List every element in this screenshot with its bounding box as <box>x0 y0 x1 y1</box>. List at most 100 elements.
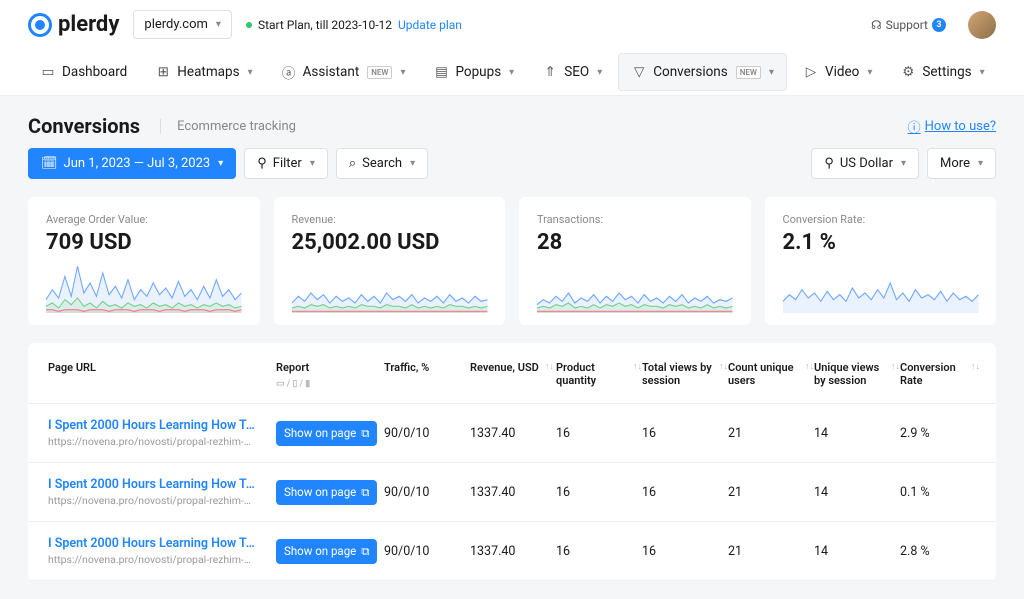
nav-seo-label: SEO <box>564 64 589 80</box>
cell-revenue: 1337.40 <box>470 544 556 559</box>
metric-card[interactable]: Conversion Rate: 2.1 % <box>765 197 997 325</box>
show-on-page-button[interactable]: Show on page ⧉ <box>276 421 377 446</box>
th-traffic[interactable]: Traffic, % <box>384 361 429 374</box>
logo-icon <box>28 13 52 37</box>
cell-traffic: 90/0/10 <box>384 426 470 441</box>
device-icons: ▭ / ▯ / ▮ <box>276 379 384 389</box>
th-url[interactable]: Page URL <box>48 361 276 374</box>
nav-conversions[interactable]: ▽ Conversions NEW ▾ <box>618 53 787 91</box>
nav-settings[interactable]: ⚙ Settings ▾ <box>888 50 996 94</box>
nav-popups[interactable]: ▤ Popups ▾ <box>421 50 526 94</box>
avatar[interactable] <box>968 11 996 39</box>
th-qty[interactable]: Product quantity <box>556 361 627 387</box>
filter-icon: ⚲ <box>824 156 834 171</box>
new-tag: NEW <box>367 66 392 79</box>
th-cr[interactable]: Conversion Rate <box>900 361 965 387</box>
th-report: Report <box>276 361 384 374</box>
heatmap-icon: ⊞ <box>155 64 171 80</box>
conversions-table: Page URL Report ▭ / ▯ / ▮ Traffic, % Rev… <box>28 343 996 581</box>
cell-views: 16 <box>642 485 728 500</box>
nav-dashboard-label: Dashboard <box>62 64 127 80</box>
card-label: Average Order Value: <box>46 213 242 226</box>
external-icon: ⧉ <box>361 485 369 500</box>
cell-cr: 2.8 % <box>900 544 980 559</box>
support-link[interactable]: ☊ Support 3 <box>871 18 946 32</box>
table-header: Page URL Report ▭ / ▯ / ▮ Traffic, % Rev… <box>28 343 996 404</box>
logo[interactable]: plerdy <box>28 12 119 37</box>
navbar: ▭ Dashboard ⊞ Heatmaps ▾ ⓐ Assistant NEW… <box>0 49 1024 96</box>
more-label: More <box>940 156 970 171</box>
cell-uviews: 14 <box>814 426 900 441</box>
th-users[interactable]: Count unique users <box>728 361 799 387</box>
page-url-title[interactable]: I Spent 2000 Hours Learning How To Learn… <box>48 418 258 433</box>
table-row: I Spent 2000 Hours Learning How To Learn… <box>28 522 996 581</box>
more-button[interactable]: More ▾ <box>927 148 996 179</box>
sort-icon[interactable]: ↑↓ <box>719 361 728 372</box>
sort-icon[interactable]: ↑↓ <box>805 361 814 372</box>
nav-conversions-label: Conversions <box>653 64 728 80</box>
th-revenue[interactable]: Revenue, USD <box>470 361 539 374</box>
chevron-down-icon: ▾ <box>218 158 223 169</box>
sort-icon[interactable]: ↑↓ <box>891 361 900 372</box>
chevron-down-icon: ▾ <box>978 158 983 169</box>
help-icon: ⓘ <box>908 117 921 136</box>
popup-icon: ▤ <box>433 64 449 80</box>
chevron-down-icon: ▾ <box>216 19 221 30</box>
cell-revenue: 1337.40 <box>470 426 556 441</box>
headset-icon: ☊ <box>871 18 882 32</box>
metric-card[interactable]: Revenue: 25,002.00 USD <box>274 197 506 325</box>
metric-card[interactable]: Average Order Value: 709 USD <box>28 197 260 325</box>
domain-selector[interactable]: plerdy.com ▾ <box>133 10 232 39</box>
nav-seo[interactable]: ⇑ SEO ▾ <box>530 50 614 94</box>
card-value: 28 <box>537 230 733 255</box>
nav-heatmaps[interactable]: ⊞ Heatmaps ▾ <box>143 50 264 94</box>
search-icon: ⌕ <box>349 156 356 171</box>
update-plan-link[interactable]: Update plan <box>398 18 462 32</box>
page-url-path: https://novena.pro/novosti/propal-rezhim… <box>48 435 258 448</box>
currency-selector[interactable]: ⚲ US Dollar ▾ <box>811 148 919 179</box>
nav-dashboard[interactable]: ▭ Dashboard <box>28 50 139 94</box>
sort-icon[interactable]: ↑↓ <box>545 361 554 372</box>
filter-icon: ⚲ <box>257 156 267 171</box>
page-url-title[interactable]: I Spent 2000 Hours Learning How To Learn… <box>48 477 258 492</box>
sort-icon[interactable]: ↑↓ <box>633 361 642 372</box>
th-uviews[interactable]: Unique views by session <box>814 361 885 387</box>
chevron-down-icon: ▾ <box>980 67 985 78</box>
cell-revenue: 1337.40 <box>470 485 556 500</box>
show-on-page-button[interactable]: Show on page ⧉ <box>276 539 377 564</box>
nav-video[interactable]: ▷ Video ▾ <box>791 50 884 94</box>
page-url-title[interactable]: I Spent 2000 Hours Learning How To Learn… <box>48 536 258 551</box>
page-title: Conversions <box>28 114 140 138</box>
chevron-down-icon: ▾ <box>310 158 315 169</box>
external-icon: ⧉ <box>361 544 369 559</box>
show-on-page-button[interactable]: Show on page ⧉ <box>276 480 377 505</box>
card-value: 709 USD <box>46 230 242 255</box>
filter-label: Filter <box>273 156 302 171</box>
chevron-down-icon: ▾ <box>901 158 906 169</box>
howto-label: How to use? <box>925 119 996 134</box>
cell-traffic: 90/0/10 <box>384 485 470 500</box>
gear-icon: ⚙ <box>900 64 916 80</box>
sort-icon[interactable]: ↑↓ <box>971 361 980 372</box>
date-range-picker[interactable]: 🗓 Jun 1, 2023 — Jul 3, 2023 ▾ <box>28 148 236 179</box>
card-label: Conversion Rate: <box>783 213 979 226</box>
ai-icon: ⓐ <box>281 64 297 80</box>
filter-button[interactable]: ⚲ Filter ▾ <box>244 148 328 179</box>
search-button[interactable]: ⌕ Search ▾ <box>336 148 428 179</box>
page-header: Conversions Ecommerce tracking ⓘ How to … <box>0 96 1024 148</box>
th-views[interactable]: Total views by session <box>642 361 713 387</box>
cell-views: 16 <box>642 426 728 441</box>
metric-card[interactable]: Transactions: 28 <box>519 197 751 325</box>
support-label: Support <box>886 18 928 32</box>
nav-popups-label: Popups <box>455 64 501 80</box>
new-tag: NEW <box>736 66 761 79</box>
chevron-down-icon: ▾ <box>769 67 774 78</box>
table-row: I Spent 2000 Hours Learning How To Learn… <box>28 404 996 463</box>
how-to-use-link[interactable]: ⓘ How to use? <box>908 117 996 136</box>
page-url-path: https://novena.pro/novosti/propal-rezhim… <box>48 553 258 566</box>
table-row: I Spent 2000 Hours Learning How To Learn… <box>28 463 996 522</box>
nav-assistant[interactable]: ⓐ Assistant NEW ▾ <box>269 50 418 94</box>
page-subtitle: Ecommerce tracking <box>160 119 296 134</box>
plan-info: Start Plan, till 2023-10-12 Update plan <box>246 18 462 32</box>
external-icon: ⧉ <box>361 426 369 441</box>
